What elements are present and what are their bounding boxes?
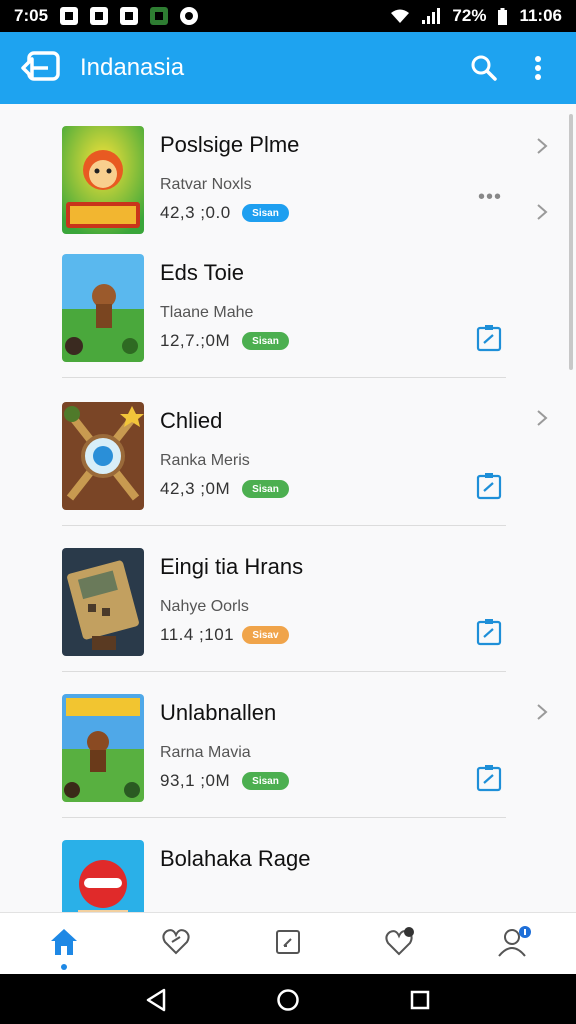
app-size: 42,3 ;0.0: [160, 203, 231, 222]
home-icon[interactable]: [48, 927, 80, 957]
search-icon[interactable]: [470, 54, 498, 82]
app-size: 42,3 ;0M: [160, 479, 231, 498]
game-thumbnail: [62, 402, 144, 510]
system-navigation-bar: [0, 974, 576, 1024]
status-badge: Sisan: [242, 204, 289, 222]
notification-icon: [90, 7, 109, 25]
search-button[interactable]: [466, 50, 502, 86]
app-title: Chlied: [160, 408, 223, 433]
recents-icon[interactable]: [409, 989, 431, 1011]
list-item[interactable]: Chlied Ranka Meris 42,3 ;0M Sisan: [62, 380, 548, 526]
app-developer: Nahye Oorls: [160, 598, 249, 615]
app-title: Eingi tia Hrans: [160, 554, 304, 579]
signal-icon: [422, 8, 441, 24]
list-item[interactable]: Unlabnallen Rarna Mavia 93,1 ;0M Sisan: [62, 672, 548, 818]
app-developer: Tlaane Mahe: [160, 304, 254, 321]
tab-favorites[interactable]: [159, 925, 193, 959]
game-thumbnail: [62, 126, 144, 234]
app-title: Indanasia: [80, 54, 185, 81]
app-bar: Indanasia: [0, 32, 576, 104]
recents-button[interactable]: [407, 987, 433, 1013]
clipboard-check-icon[interactable]: [476, 472, 502, 500]
status-badge: Sisan: [242, 480, 289, 498]
back-icon[interactable]: [145, 988, 167, 1012]
status-badge: Sisan: [242, 772, 289, 790]
status-clock: 11:06: [519, 6, 562, 25]
game-thumbnail: [62, 840, 144, 912]
battery-percent: 72%: [452, 6, 487, 25]
notification-icon: [180, 7, 199, 25]
status-bar: 7:05 72% 11:06: [0, 0, 576, 32]
tab-home[interactable]: [47, 925, 81, 959]
notifications-icon[interactable]: [384, 927, 416, 957]
more-horiz-icon[interactable]: •••: [478, 186, 502, 209]
app-developer: Ranka Meris: [160, 452, 250, 469]
clipboard-check-icon[interactable]: [476, 324, 502, 352]
notification-icon: [120, 7, 139, 25]
library-icon[interactable]: [274, 928, 302, 956]
chevron-right-icon[interactable]: [532, 136, 552, 156]
list-item[interactable]: Bolahaka Rage: [62, 818, 506, 912]
clipboard-check-icon[interactable]: [476, 764, 502, 792]
wifi-icon: [391, 9, 410, 23]
app-developer: Rarna Mavia: [160, 744, 251, 761]
profile-icon[interactable]: [497, 926, 531, 958]
home-circle-icon[interactable]: [276, 988, 300, 1012]
notification-icon: [60, 7, 79, 25]
notification-icon: [150, 7, 169, 25]
active-tab-indicator: [61, 964, 67, 970]
app-title: Unlabnallen: [160, 700, 277, 725]
chevron-right-icon[interactable]: [532, 702, 552, 722]
favorites-icon[interactable]: [161, 927, 191, 957]
status-time: 7:05: [14, 6, 49, 25]
home-button[interactable]: [275, 987, 301, 1013]
list-item[interactable]: Eingi tia Hrans Nahye Oorls 11.4 ;101 Si…: [62, 526, 506, 672]
clipboard-check-icon[interactable]: [476, 618, 502, 646]
app-title: Bolahaka Rage: [160, 846, 311, 871]
more-button[interactable]: [520, 50, 556, 86]
game-thumbnail: [62, 254, 144, 362]
app-title: Poslsige Plme: [160, 132, 300, 157]
tab-library[interactable]: [271, 925, 305, 959]
game-thumbnail: [62, 548, 144, 656]
bottom-navigation: [0, 912, 576, 974]
app-list[interactable]: Poslsige Plme Ratvar Noxls 42,3 ;0.0 Sis…: [0, 104, 576, 912]
list-item[interactable]: Poslsige Plme Ratvar Noxls 42,3 ;0.0 Sis…: [62, 104, 548, 250]
scrollbar[interactable]: [569, 114, 573, 370]
game-thumbnail: [62, 694, 144, 802]
chevron-right-icon[interactable]: [532, 408, 552, 428]
list-item[interactable]: Eds Toie Tlaane Mahe 12,7.;0M Sisan: [62, 232, 506, 378]
app-size: 12,7.;0M: [160, 331, 231, 350]
divider: [62, 377, 506, 378]
back-button[interactable]: [143, 987, 169, 1013]
status-badge: Sisan: [242, 332, 289, 350]
status-badge: Sisav: [242, 626, 289, 644]
app-logo-icon[interactable]: [20, 50, 62, 86]
app-developer: Ratvar Noxls: [160, 176, 252, 193]
tab-profile[interactable]: [497, 925, 531, 959]
battery-icon: [498, 7, 508, 25]
tab-notifications[interactable]: [383, 925, 417, 959]
app-size: 11.4 ;101: [160, 625, 235, 644]
app-size: 93,1 ;0M: [160, 771, 231, 790]
chevron-right-icon[interactable]: [532, 202, 552, 222]
app-title: Eds Toie: [160, 260, 244, 285]
more-vert-icon[interactable]: [534, 55, 542, 81]
